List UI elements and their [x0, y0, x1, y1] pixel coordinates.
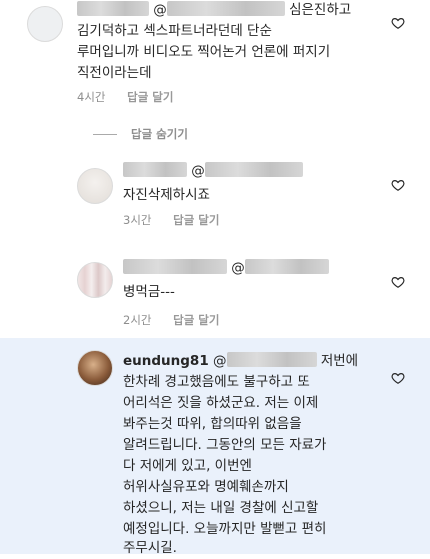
username[interactable]: eundung81 — [123, 353, 209, 369]
comment-text: 봐주는것 따위, 합의따위 없음을 — [123, 416, 302, 432]
reply-button[interactable]: 답글 달기 — [127, 90, 173, 104]
comment-text: 병먹금--- — [123, 284, 175, 300]
blurred-username — [123, 259, 227, 274]
blurred-mention — [226, 352, 317, 367]
blurred-username — [77, 1, 149, 16]
comment-text: 직전이라는데 — [77, 65, 152, 81]
heart-outline-icon[interactable] — [391, 16, 405, 30]
comment-text: 주무시길. — [123, 540, 177, 556]
comment-text: 저번에 — [320, 353, 359, 369]
heart-outline-icon[interactable] — [391, 275, 405, 289]
mention[interactable]: @ — [153, 2, 167, 18]
blurred-mention — [204, 162, 303, 177]
comment-text: 어리석은 짓을 하셨군요. 저는 이제 — [123, 395, 319, 411]
blurred-mention — [166, 1, 285, 16]
reply-button[interactable]: 답글 달기 — [173, 313, 219, 327]
comment-meta: 3시간 답글 달기 — [123, 212, 237, 228]
reply-button[interactable]: 답글 달기 — [173, 213, 219, 227]
comment-text: 자진삭제하시죠 — [123, 187, 210, 203]
blurred-username — [123, 162, 187, 177]
comment-text: 하셨으니, 저는 내일 경찰에 신고할 — [123, 500, 319, 516]
comment-text: 심은진하고 — [289, 2, 352, 18]
mention[interactable]: @ — [213, 353, 227, 369]
comment-text: 허위사실유포와 명예훼손까지 — [123, 479, 289, 495]
avatar[interactable] — [77, 262, 113, 298]
comment-text: 다 저에게 있고, 이번엔 — [123, 458, 252, 474]
comment-text: 루머입니까 비디오도 찍어논거 언론에 퍼지기 — [77, 44, 331, 60]
timestamp: 3시간 — [123, 213, 152, 227]
heart-outline-icon[interactable] — [391, 178, 405, 192]
timestamp: 2시간 — [123, 313, 152, 327]
avatar[interactable] — [77, 350, 113, 386]
comment-meta: 4시간 답글 달기 — [77, 89, 191, 105]
hide-replies-button[interactable]: 답글 숨기기 — [93, 126, 188, 142]
blurred-mention — [244, 259, 329, 274]
avatar[interactable] — [77, 168, 113, 204]
timestamp: 4시간 — [77, 90, 106, 104]
comment-text: 한차례 경고했음에도 불구하고 또 — [123, 374, 310, 390]
mention[interactable]: @ — [231, 260, 245, 276]
heart-outline-icon[interactable] — [391, 371, 405, 385]
avatar[interactable] — [27, 6, 63, 42]
mention[interactable]: @ — [191, 163, 205, 179]
comment-text: 알려드립니다. 그동안의 모든 자료가 — [123, 437, 327, 453]
comment-text: 김기덕하고 섹스파트너라던데 단순 — [77, 23, 272, 39]
comment-meta: 2시간 답글 달기 — [123, 312, 237, 328]
